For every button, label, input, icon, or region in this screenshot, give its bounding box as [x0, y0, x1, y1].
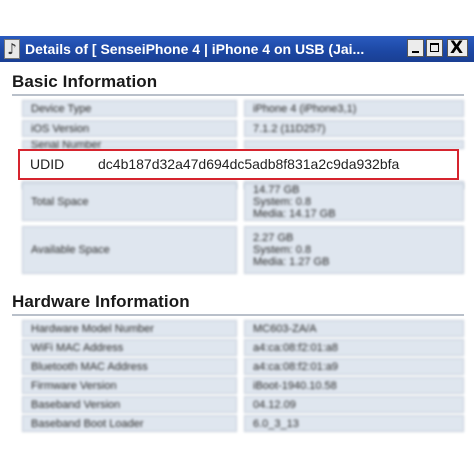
- minimize-button[interactable]: [407, 39, 424, 57]
- minimize-icon: [412, 51, 419, 53]
- maximize-icon: [430, 43, 439, 52]
- row-label: Available Space: [22, 226, 237, 274]
- window-title: Details of [ SenseiPhone 4 | iPhone 4 on…: [25, 41, 365, 57]
- table-row: Baseband Version 04.12.09: [22, 396, 464, 413]
- table-row: Bluetooth MAC Address a4:ca:08:f2:01:a9: [22, 358, 464, 375]
- row-label: Device Type: [22, 100, 237, 117]
- row-label: Baseband Boot Loader: [22, 415, 237, 432]
- row-label: Bluetooth MAC Address: [22, 358, 237, 375]
- itunes-note-icon: ♪: [4, 39, 20, 59]
- row-value: [244, 140, 464, 149]
- window-titlebar[interactable]: ♪ Details of [ SenseiPhone 4 | iPhone 4 …: [0, 36, 474, 62]
- table-row: iOS Version 7.1.2 (11D257): [22, 120, 464, 137]
- maximize-button[interactable]: [426, 39, 443, 57]
- row-label: Serial Number: [22, 140, 237, 149]
- table-row: Device Type iPhone 4 (iPhone3,1): [22, 100, 464, 117]
- row-label: iOS Version: [22, 120, 237, 137]
- table-row: Total Space 14.77 GB System: 0.8 Media: …: [22, 183, 464, 221]
- row-value: iPhone 4 (iPhone3,1): [244, 100, 464, 117]
- row-value: MC603-ZA/A: [244, 320, 464, 337]
- row-label: Baseband Version: [22, 396, 237, 413]
- udid-value[interactable]: dc4b187d32a47d694dc5adb8f831a2c9da932bfa: [98, 156, 399, 172]
- table-row: Hardware Model Number MC603-ZA/A: [22, 320, 464, 337]
- close-button[interactable]: X: [447, 38, 468, 58]
- row-value: 6.0_3_13: [244, 415, 464, 432]
- row-value: 14.77 GB System: 0.8 Media: 14.17 GB: [244, 183, 464, 221]
- table-row: Serial Number: [22, 140, 464, 149]
- basic-info-heading: Basic Information: [12, 72, 158, 91]
- row-value: 04.12.09: [244, 396, 464, 413]
- row-label: WiFi MAC Address: [22, 339, 237, 356]
- udid-row-highlight: UDID dc4b187d32a47d694dc5adb8f831a2c9da9…: [18, 149, 459, 180]
- hardware-info-heading: Hardware Information: [12, 292, 190, 311]
- table-row: Firmware Version iBoot-1940.10.58: [22, 377, 464, 394]
- close-icon: X: [450, 38, 464, 58]
- table-row: WiFi MAC Address a4:ca:08:f2:01:a8: [22, 339, 464, 356]
- section-divider: [12, 94, 464, 96]
- row-value: a4:ca:08:f2:01:a9: [244, 358, 464, 375]
- row-value: a4:ca:08:f2:01:a8: [244, 339, 464, 356]
- section-divider: [12, 314, 464, 316]
- row-value: 7.1.2 (11D257): [244, 120, 464, 137]
- row-label: Hardware Model Number: [22, 320, 237, 337]
- row-value: 2.27 GB System: 0.8 Media: 1.27 GB: [244, 226, 464, 274]
- table-row: Available Space 2.27 GB System: 0.8 Medi…: [22, 226, 464, 274]
- udid-label: UDID: [30, 156, 65, 172]
- table-row: Baseband Boot Loader 6.0_3_13: [22, 415, 464, 432]
- row-value: iBoot-1940.10.58: [244, 377, 464, 394]
- row-label: Total Space: [22, 183, 237, 221]
- row-label: Firmware Version: [22, 377, 237, 394]
